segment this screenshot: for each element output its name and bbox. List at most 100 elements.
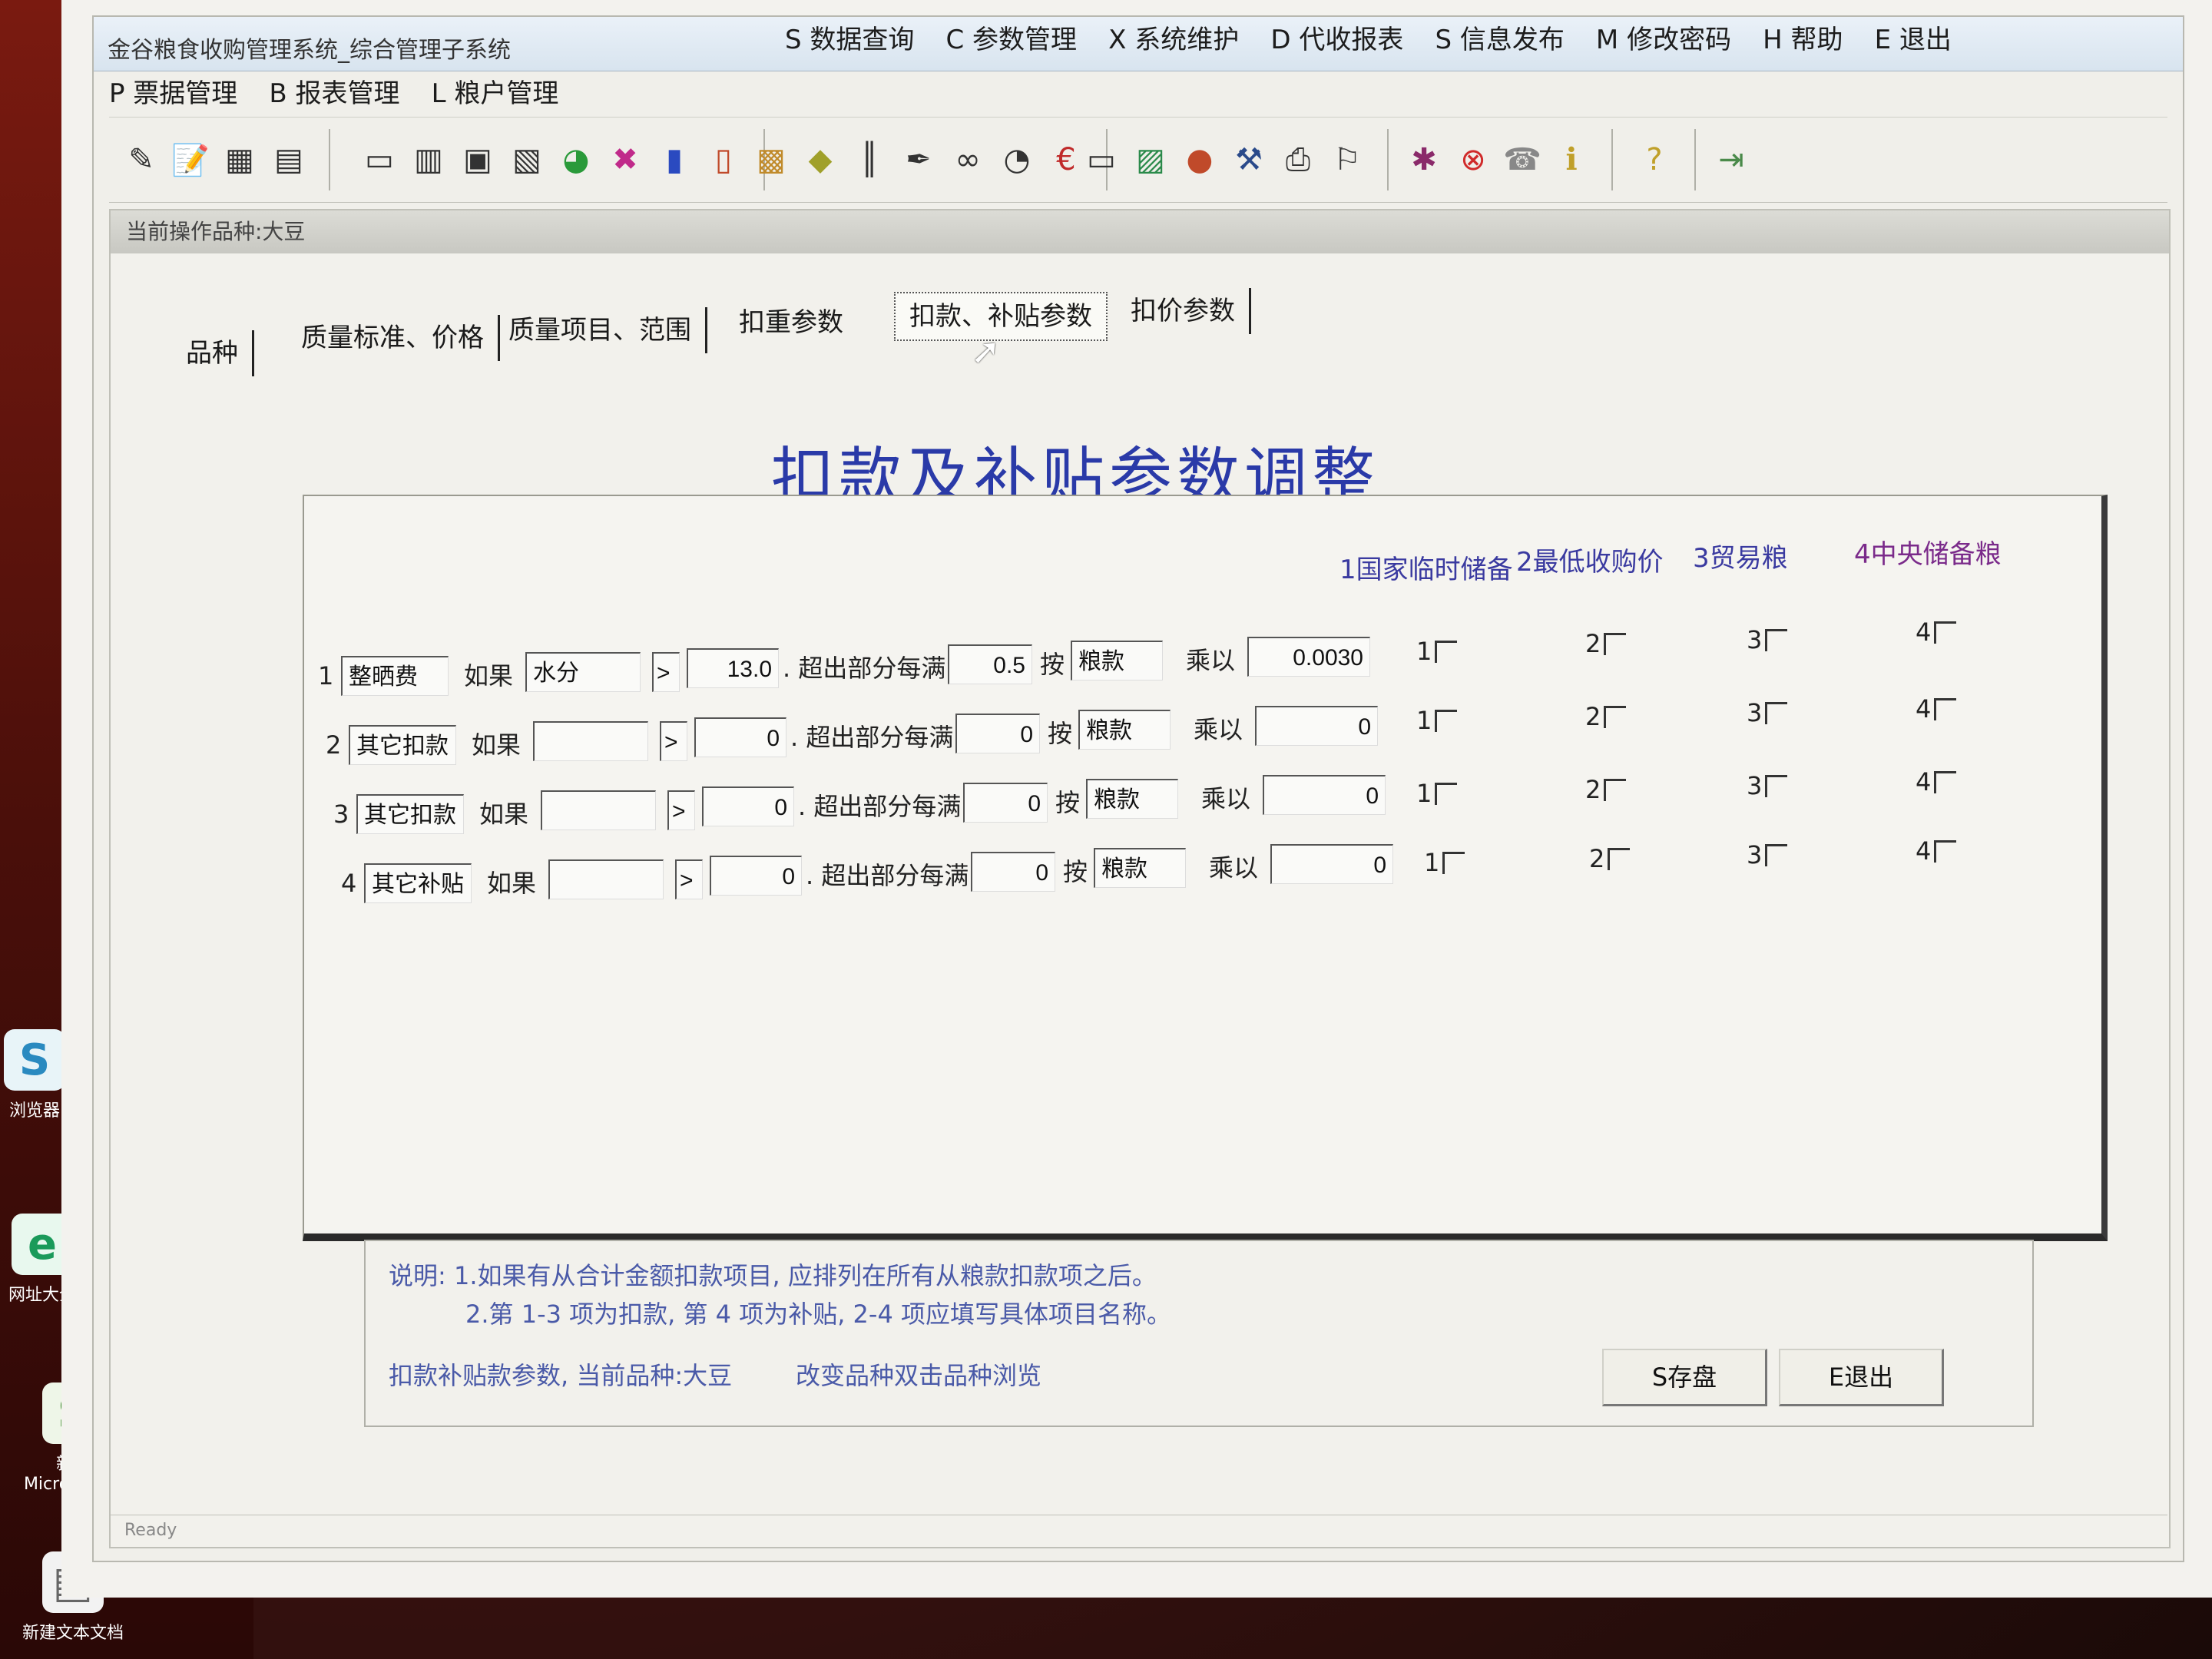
item-name-field[interactable]: 其它扣款 [349, 725, 456, 765]
threshold-field[interactable]: 0 [702, 786, 794, 826]
binoculars-icon[interactable]: ∞ [947, 139, 988, 180]
tab-quality-range[interactable]: 质量项目、范围 [495, 307, 707, 353]
pie-chart-icon[interactable]: ◕ [555, 139, 597, 180]
checkbox-min-price[interactable]: 2 [1589, 844, 1631, 873]
operator-field[interactable]: > [660, 721, 687, 761]
checkbox-box[interactable] [1604, 705, 1627, 728]
runner-icon[interactable]: ✱ [1403, 139, 1445, 180]
checkbox-min-price[interactable]: 2 [1585, 629, 1627, 658]
columns-icon[interactable]: ▥ [408, 139, 449, 180]
checkbox-box[interactable] [1435, 640, 1458, 663]
menu-exit[interactable]: E 退出 [1875, 17, 1952, 63]
column-chart-icon[interactable]: ▯ [703, 139, 744, 180]
threshold-field[interactable]: 13.0 [687, 648, 779, 688]
quality-item-field[interactable] [541, 790, 656, 830]
checkbox-min-price[interactable]: 2 [1585, 702, 1627, 731]
menu-param-mgmt[interactable]: C 参数管理 [945, 17, 1077, 63]
menu-change-password[interactable]: M 修改密码 [1596, 17, 1731, 63]
factor-field[interactable]: 0 [1263, 775, 1386, 815]
image-icon[interactable]: ▨ [1130, 139, 1171, 180]
checkbox-trade-grain[interactable]: 3 [1747, 840, 1788, 869]
checkbox-box[interactable] [1765, 701, 1788, 724]
calculator-icon[interactable]: ▩ [750, 139, 792, 180]
item-name-field[interactable]: 其它扣款 [356, 794, 464, 834]
checkbox-box[interactable] [1435, 709, 1458, 732]
basis-field[interactable]: 粮款 [1086, 779, 1178, 819]
checkbox-central-reserve[interactable]: 4 [1916, 767, 1957, 796]
step-field[interactable]: 0 [971, 852, 1055, 892]
checkbox-central-reserve[interactable]: 4 [1916, 694, 1957, 724]
report-icon[interactable]: ▧ [506, 139, 548, 180]
stop-icon[interactable]: ⊗ [1452, 139, 1494, 180]
checkbox-box[interactable] [1765, 628, 1788, 651]
tab-deduct-subsidy[interactable]: 扣款、补贴参数 [894, 292, 1108, 341]
tab-quality-price[interactable]: 质量标准、价格 [287, 315, 500, 361]
checkbox-trade-grain[interactable]: 3 [1747, 771, 1788, 800]
tab-weight-deduct[interactable]: 扣重参数 [725, 300, 857, 346]
checkbox-trade-grain[interactable]: 3 [1747, 698, 1788, 727]
tools-icon[interactable]: ⚒ [1228, 139, 1270, 180]
exit-button[interactable]: E退出 [1779, 1349, 1944, 1406]
pen-icon[interactable]: ✒ [898, 139, 939, 180]
menu-ticket-mgmt[interactable]: P 票据管理 [109, 71, 237, 117]
checkbox-box[interactable] [1765, 774, 1788, 797]
step-field[interactable]: 0 [963, 783, 1048, 823]
palette-icon[interactable]: ● [1179, 139, 1220, 180]
menu-grower-mgmt[interactable]: L 粮户管理 [432, 71, 559, 117]
checkbox-national-reserve[interactable]: 1 [1416, 706, 1458, 735]
menu-data-query[interactable]: S 数据查询 [785, 17, 914, 63]
flag-icon[interactable]: ⚐ [1326, 139, 1368, 180]
checkbox-box[interactable] [1934, 839, 1957, 863]
checkbox-box[interactable] [1442, 851, 1465, 874]
list-icon[interactable]: ▣ [457, 139, 498, 180]
item-name-field[interactable]: 整晒费 [341, 656, 449, 696]
operator-field[interactable]: > [667, 790, 695, 830]
help-icon[interactable]: ? [1634, 139, 1675, 180]
lightbulb-icon[interactable]: ◆ [800, 139, 841, 180]
factor-field[interactable]: 0 [1270, 844, 1393, 884]
table-icon[interactable]: ▤ [268, 139, 310, 180]
checkbox-trade-grain[interactable]: 3 [1747, 625, 1788, 654]
checkbox-national-reserve[interactable]: 1 [1416, 779, 1458, 808]
menu-collect-report[interactable]: D 代收报表 [1270, 17, 1403, 63]
quality-item-field[interactable] [533, 721, 648, 761]
grid-icon[interactable]: ▦ [219, 139, 260, 180]
checkbox-national-reserve[interactable]: 1 [1416, 637, 1458, 666]
window-icon[interactable]: ▭ [1081, 139, 1122, 180]
exit-door-icon[interactable]: ⇥ [1710, 139, 1752, 180]
checkbox-box[interactable] [1934, 621, 1957, 644]
checkbox-box[interactable] [1604, 778, 1627, 801]
checkbox-central-reserve[interactable]: 4 [1916, 618, 1957, 647]
save-button[interactable]: S存盘 [1602, 1349, 1767, 1406]
barcode-icon[interactable]: ║ [849, 139, 890, 180]
item-name-field[interactable]: 其它补贴 [364, 863, 472, 903]
basis-field[interactable]: 粮款 [1094, 848, 1186, 888]
form-icon[interactable]: ▭ [359, 139, 400, 180]
gauge-icon[interactable]: ◔ [996, 139, 1038, 180]
factor-field[interactable]: 0 [1255, 706, 1378, 746]
menu-sys-maint[interactable]: X 系统维护 [1108, 17, 1239, 63]
checkbox-box[interactable] [1435, 782, 1458, 805]
factor-field[interactable]: 0.0030 [1247, 637, 1370, 677]
notepad-icon[interactable]: 📝 [170, 139, 211, 180]
operator-field[interactable]: > [675, 859, 703, 899]
basis-field[interactable]: 粮款 [1078, 710, 1171, 750]
threshold-field[interactable]: 0 [710, 856, 802, 896]
bar-chart-icon[interactable]: ▮ [654, 139, 695, 180]
print-icon[interactable]: ⎙ [1277, 139, 1319, 180]
checkbox-box[interactable] [1608, 847, 1631, 870]
menu-info-publish[interactable]: S 信息发布 [1435, 17, 1564, 63]
checkbox-min-price[interactable]: 2 [1585, 775, 1627, 804]
cross-icon[interactable]: ✖ [604, 139, 646, 180]
menu-report-mgmt[interactable]: B 报表管理 [269, 71, 399, 117]
menu-help[interactable]: H 帮助 [1763, 17, 1843, 63]
info-icon[interactable]: ℹ [1551, 139, 1592, 180]
checkbox-box[interactable] [1934, 770, 1957, 793]
tab-variety[interactable]: 品种 [172, 330, 254, 376]
step-field[interactable]: 0 [955, 714, 1040, 753]
checkbox-box[interactable] [1765, 843, 1788, 866]
basis-field[interactable]: 粮款 [1071, 641, 1163, 680]
checkbox-box[interactable] [1934, 697, 1957, 720]
checkbox-central-reserve[interactable]: 4 [1916, 836, 1957, 866]
phone-icon[interactable]: ☎ [1502, 139, 1543, 180]
